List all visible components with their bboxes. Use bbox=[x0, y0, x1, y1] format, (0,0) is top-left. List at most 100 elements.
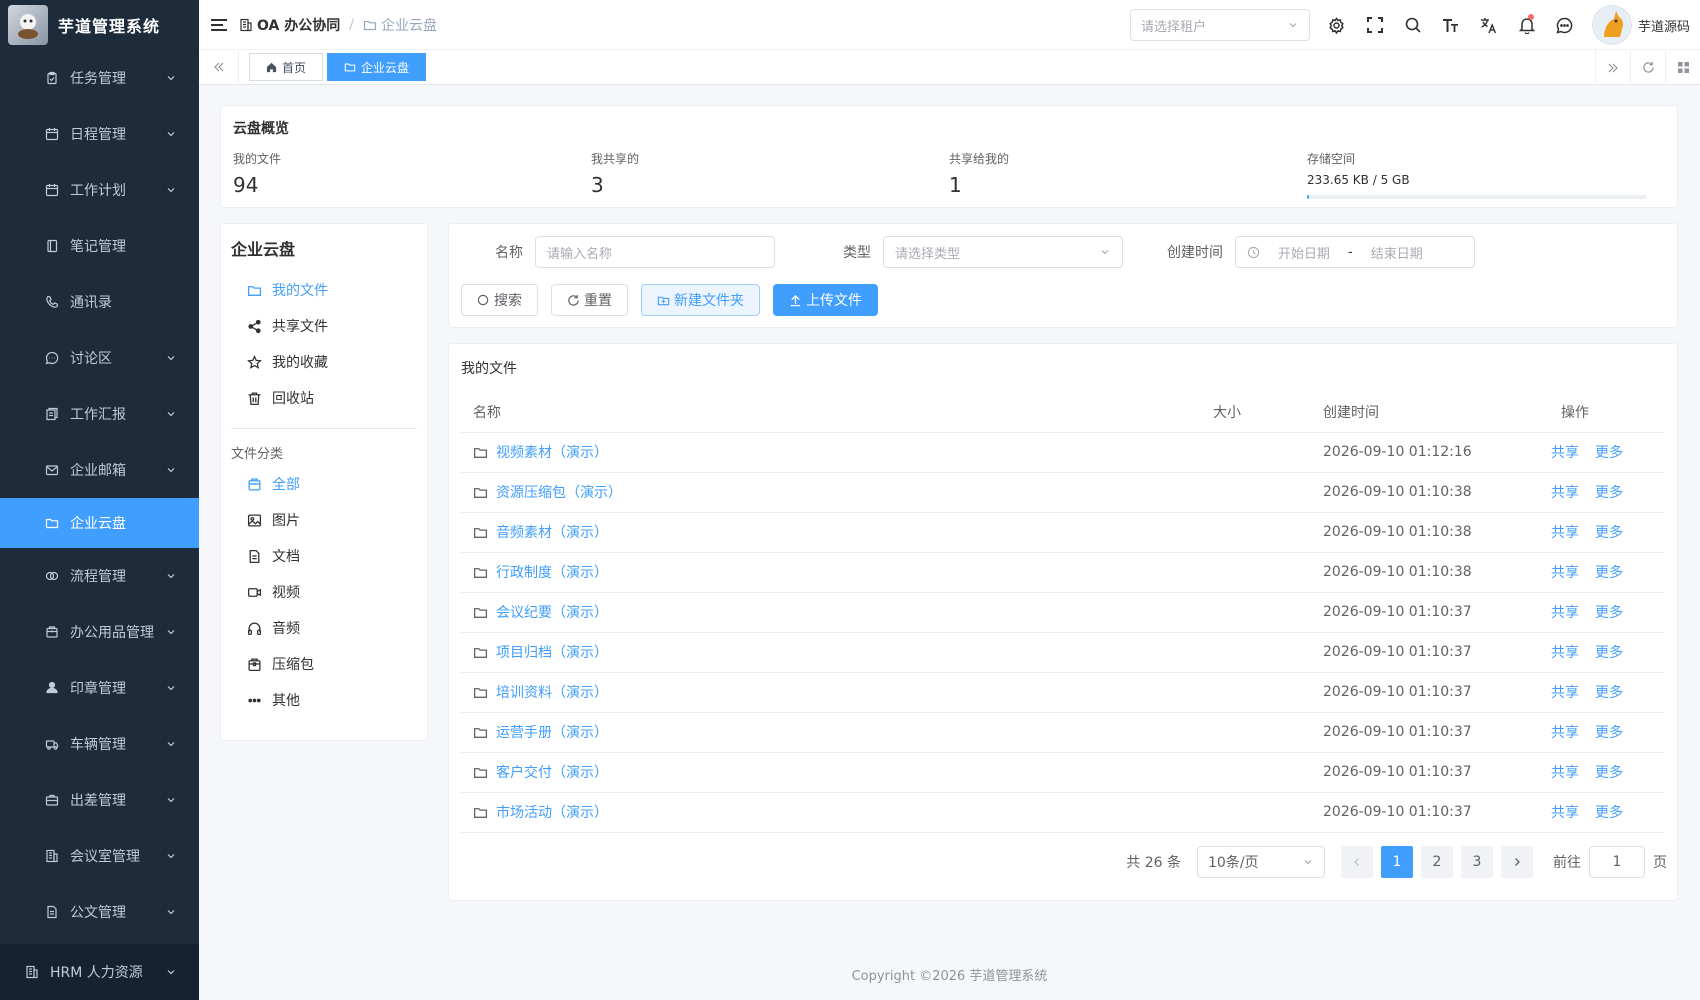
fullscreen-icon[interactable] bbox=[1356, 0, 1394, 50]
tab-home[interactable]: 首页 bbox=[249, 53, 324, 81]
sidebar-item[interactable]: 企业邮箱 bbox=[0, 442, 199, 498]
nav-item[interactable]: 音频 bbox=[231, 610, 417, 646]
sidebar-item[interactable]: 印章管理 bbox=[0, 660, 199, 716]
file-name-link[interactable]: 市场活动（演示） bbox=[473, 802, 1189, 822]
more-link[interactable]: 更多 bbox=[1595, 525, 1623, 541]
share-link[interactable]: 共享 bbox=[1551, 565, 1579, 581]
sidebar-item[interactable]: 工作汇报 bbox=[0, 386, 199, 442]
file-name-link[interactable]: 客户交付（演示） bbox=[473, 762, 1189, 782]
sidebar-item[interactable]: 车辆管理 bbox=[0, 716, 199, 772]
nav-item[interactable]: 回收站 bbox=[231, 380, 417, 416]
tab-cloud-disk[interactable]: 企业云盘 bbox=[327, 53, 427, 81]
upload-button[interactable]: 上传文件 bbox=[773, 284, 878, 316]
nav-item[interactable]: 我的文件 bbox=[231, 272, 417, 308]
user-menu[interactable]: 芋道源码 bbox=[1584, 5, 1700, 45]
next-page-button[interactable] bbox=[1501, 846, 1533, 878]
column-header-name[interactable]: 名称 bbox=[461, 392, 1201, 433]
sidebar-item[interactable]: 任务管理 bbox=[0, 50, 199, 106]
sidebar-item[interactable]: 公文管理 bbox=[0, 884, 199, 940]
file-name-link[interactable]: 项目归档（演示） bbox=[473, 642, 1189, 662]
more-link[interactable]: 更多 bbox=[1595, 685, 1623, 701]
new-folder-button[interactable]: 新建文件夹 bbox=[641, 284, 760, 316]
share-link[interactable]: 共享 bbox=[1551, 525, 1579, 541]
table-row[interactable]: 行政制度（演示） 2026-09-10 01:10:38 共享 更多 bbox=[461, 552, 1665, 593]
file-name-link[interactable]: 视频素材（演示） bbox=[473, 442, 1189, 462]
more-link[interactable]: 更多 bbox=[1595, 765, 1623, 781]
tabs-scroll-right-icon[interactable] bbox=[1595, 50, 1630, 85]
sidebar-item-hrm[interactable]: HRM 人力资源 bbox=[0, 944, 199, 1000]
sidebar-item[interactable]: 通讯录 bbox=[0, 274, 199, 330]
type-select[interactable]: 请选择类型 bbox=[883, 236, 1123, 268]
breadcrumb-item[interactable]: OA 办公协同 bbox=[239, 15, 340, 35]
nav-item[interactable]: 其他 bbox=[231, 682, 417, 718]
page-2-button[interactable]: 2 bbox=[1421, 846, 1453, 878]
sidebar-item[interactable]: 流程管理 bbox=[0, 548, 199, 604]
share-link[interactable]: 共享 bbox=[1551, 725, 1579, 741]
nav-item[interactable]: 我的收藏 bbox=[231, 344, 417, 380]
share-link[interactable]: 共享 bbox=[1551, 605, 1579, 621]
sidebar-item[interactable]: 出差管理 bbox=[0, 772, 199, 828]
page-3-button[interactable]: 3 bbox=[1461, 846, 1493, 878]
name-input[interactable]: 请输入名称 bbox=[535, 236, 775, 268]
nav-item[interactable]: 视频 bbox=[231, 574, 417, 610]
column-header-created[interactable]: 创建时间 bbox=[1311, 392, 1531, 433]
table-row[interactable]: 音频素材（演示） 2026-09-10 01:10:38 共享 更多 bbox=[461, 512, 1665, 553]
nav-item[interactable]: 图片 bbox=[231, 502, 417, 538]
brand[interactable]: 芋道管理系统 bbox=[0, 0, 199, 50]
table-row[interactable]: 资源压缩包（演示） 2026-09-10 01:10:38 共享 更多 bbox=[461, 472, 1665, 513]
sidebar-item[interactable]: 讨论区 bbox=[0, 330, 199, 386]
nav-item[interactable]: 共享文件 bbox=[231, 308, 417, 344]
file-name-link[interactable]: 培训资料（演示） bbox=[473, 682, 1189, 702]
file-name-link[interactable]: 会议纪要（演示） bbox=[473, 602, 1189, 622]
goto-page-input[interactable]: 1 bbox=[1589, 846, 1645, 878]
table-row[interactable]: 培训资料（演示） 2026-09-10 01:10:37 共享 更多 bbox=[461, 672, 1665, 713]
sidebar-item[interactable]: 工作计划 bbox=[0, 162, 199, 218]
share-link[interactable]: 共享 bbox=[1551, 685, 1579, 701]
more-link[interactable]: 更多 bbox=[1595, 565, 1623, 581]
page-1-button[interactable]: 1 bbox=[1381, 846, 1413, 878]
nav-item[interactable]: 全部 bbox=[231, 466, 417, 502]
share-link[interactable]: 共享 bbox=[1551, 485, 1579, 501]
gear-icon[interactable] bbox=[1318, 0, 1356, 50]
bell-icon[interactable] bbox=[1508, 0, 1546, 50]
share-link[interactable]: 共享 bbox=[1551, 645, 1579, 661]
tenant-select[interactable]: 请选择租户 bbox=[1129, 9, 1310, 41]
sidebar-item[interactable]: 会议室管理 bbox=[0, 828, 199, 884]
more-link[interactable]: 更多 bbox=[1595, 645, 1623, 661]
table-row[interactable]: 客户交付（演示） 2026-09-10 01:10:37 共享 更多 bbox=[461, 752, 1665, 793]
refresh-icon[interactable] bbox=[1630, 50, 1665, 85]
nav-item[interactable]: 压缩包 bbox=[231, 646, 417, 682]
file-name-link[interactable]: 运营手册（演示） bbox=[473, 722, 1189, 742]
share-link[interactable]: 共享 bbox=[1551, 805, 1579, 821]
file-name-link[interactable]: 行政制度（演示） bbox=[473, 562, 1189, 582]
table-row[interactable]: 市场活动（演示） 2026-09-10 01:10:37 共享 更多 bbox=[461, 792, 1665, 833]
search-button[interactable]: 搜索 bbox=[461, 284, 538, 316]
search-icon[interactable] bbox=[1394, 0, 1432, 50]
prev-page-button[interactable] bbox=[1341, 846, 1373, 878]
tabs-scroll-left-icon[interactable] bbox=[199, 49, 239, 85]
page-size-select[interactable]: 10条/页 bbox=[1197, 846, 1325, 878]
hamburger-icon[interactable] bbox=[199, 0, 239, 50]
table-row[interactable]: 项目归档（演示） 2026-09-10 01:10:37 共享 更多 bbox=[461, 632, 1665, 673]
table-row[interactable]: 视频素材（演示） 2026-09-10 01:12:16 共享 更多 bbox=[461, 432, 1665, 473]
date-range-picker[interactable]: 开始日期 - 结束日期 bbox=[1235, 236, 1475, 268]
sidebar-item[interactable]: 办公用品管理 bbox=[0, 604, 199, 660]
reset-button[interactable]: 重置 bbox=[551, 284, 628, 316]
translate-icon[interactable] bbox=[1470, 0, 1508, 50]
more-link[interactable]: 更多 bbox=[1595, 605, 1623, 621]
sidebar-item[interactable]: 笔记管理 bbox=[0, 218, 199, 274]
more-link[interactable]: 更多 bbox=[1595, 445, 1623, 461]
share-link[interactable]: 共享 bbox=[1551, 445, 1579, 461]
file-name-link[interactable]: 资源压缩包（演示） bbox=[473, 482, 1189, 502]
nav-item[interactable]: 文档 bbox=[231, 538, 417, 574]
share-link[interactable]: 共享 bbox=[1551, 765, 1579, 781]
more-link[interactable]: 更多 bbox=[1595, 805, 1623, 821]
sidebar-item[interactable]: 日程管理 bbox=[0, 106, 199, 162]
grid-menu-icon[interactable] bbox=[1665, 50, 1700, 85]
more-link[interactable]: 更多 bbox=[1595, 485, 1623, 501]
message-icon[interactable] bbox=[1546, 0, 1584, 50]
font-size-icon[interactable] bbox=[1432, 0, 1470, 50]
table-row[interactable]: 运营手册（演示） 2026-09-10 01:10:37 共享 更多 bbox=[461, 712, 1665, 753]
file-name-link[interactable]: 音频素材（演示） bbox=[473, 522, 1189, 542]
sidebar-item[interactable]: 企业云盘 bbox=[0, 498, 199, 548]
